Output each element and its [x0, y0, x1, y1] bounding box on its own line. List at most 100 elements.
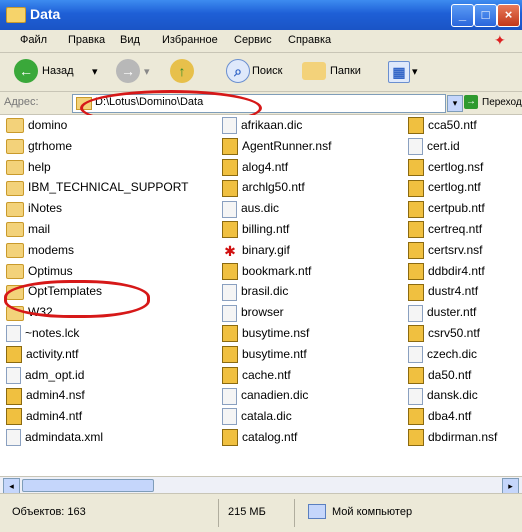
file-item[interactable]: aus.dic — [222, 198, 402, 219]
notes-database-icon — [408, 117, 424, 135]
file-item[interactable]: cca50.ntf — [408, 115, 520, 136]
scroll-thumb[interactable] — [22, 479, 154, 492]
notes-database-icon — [408, 325, 424, 343]
file-item[interactable]: busytime.nsf — [222, 323, 402, 344]
notes-database-icon — [408, 200, 424, 218]
close-button[interactable]: × — [497, 4, 520, 27]
file-name: da50.ntf — [428, 367, 472, 382]
file-item[interactable]: activity.ntf — [6, 344, 206, 365]
file-name: cca50.ntf — [428, 118, 477, 132]
menu-favorites[interactable]: Избранное — [162, 34, 218, 46]
file-name: certlog.nsf — [428, 159, 484, 174]
folders-icon[interactable] — [302, 62, 326, 80]
up-folder-icon[interactable]: ↑ — [170, 59, 194, 83]
scroll-right-icon[interactable]: ▸ — [502, 478, 519, 494]
file-item[interactable]: dba4.ntf — [408, 406, 520, 427]
notes-database-icon — [408, 283, 424, 301]
file-item[interactable]: ✱ binary.gif — [222, 240, 402, 261]
file-item[interactable]: modems — [6, 240, 206, 261]
title-bar: Data _ □ × — [0, 0, 522, 30]
file-item[interactable]: mail — [6, 219, 206, 240]
back-button-label[interactable]: Назад — [42, 65, 74, 77]
notes-database-icon — [222, 429, 238, 447]
file-item[interactable]: catalog.ntf — [222, 427, 402, 448]
file-item[interactable]: afrikaan.dic — [222, 115, 402, 136]
file-item[interactable]: busytime.ntf — [222, 344, 402, 365]
file-item[interactable]: bookmark.ntf — [222, 261, 402, 282]
file-item[interactable]: certreq.ntf — [408, 219, 520, 240]
file-name: ~notes.lck — [25, 325, 80, 340]
file-item[interactable]: admindata.xml — [6, 427, 206, 448]
folder-icon — [6, 263, 24, 279]
notes-database-icon — [6, 346, 22, 364]
scroll-left-icon[interactable]: ◂ — [3, 478, 20, 494]
address-dropdown-icon[interactable]: ▾ — [447, 95, 463, 112]
document-icon — [408, 138, 423, 156]
document-icon — [408, 346, 423, 364]
menu-view[interactable]: Вид — [120, 34, 140, 46]
file-item[interactable]: billing.ntf — [222, 219, 402, 240]
file-column: afrikaan.dic AgentRunner.nsf alog4.ntf arch… — [222, 115, 402, 448]
file-item[interactable]: certlog.ntf — [408, 177, 520, 198]
file-item[interactable]: IBM_TECHNICAL_SUPPORT — [6, 177, 206, 198]
file-item[interactable]: catala.dic — [222, 406, 402, 427]
back-dropdown-icon[interactable]: ▾ — [92, 65, 98, 78]
file-item[interactable]: admin4.ntf — [6, 406, 206, 427]
search-icon[interactable]: ⌕ — [226, 59, 250, 83]
file-item[interactable]: adm_opt.id — [6, 365, 206, 386]
file-item[interactable]: domino — [6, 115, 206, 136]
file-item[interactable]: brasil.dic — [222, 281, 402, 302]
back-arrow-icon[interactable]: ← — [14, 59, 38, 83]
file-item[interactable]: alog4.ntf — [222, 157, 402, 178]
file-item[interactable]: dansk.dic — [408, 385, 520, 406]
file-item[interactable]: csrv50.ntf — [408, 323, 520, 344]
file-item[interactable]: dbdirman.nsf — [408, 427, 520, 448]
file-item[interactable]: admin4.nsf — [6, 385, 206, 406]
document-icon — [408, 387, 423, 405]
notes-database-icon — [222, 138, 238, 156]
file-name: billing.ntf — [242, 221, 290, 236]
file-item[interactable]: cache.ntf — [222, 365, 402, 386]
go-button-label[interactable]: Переход — [482, 97, 522, 108]
file-item[interactable]: canadien.dic — [222, 385, 402, 406]
go-arrow-icon[interactable]: → — [464, 95, 478, 109]
file-item[interactable]: czech.dic — [408, 344, 520, 365]
menu-help[interactable]: Справка — [288, 34, 331, 46]
forward-dropdown-icon[interactable]: ▾ — [144, 65, 150, 78]
file-item[interactable]: help — [6, 157, 206, 178]
menu-tools[interactable]: Сервис — [234, 34, 272, 46]
file-name: canadien.dic — [241, 388, 309, 403]
file-item[interactable]: duster.ntf — [408, 302, 520, 323]
file-item[interactable]: archlg50.ntf — [222, 177, 402, 198]
file-item[interactable]: ~notes.lck — [6, 323, 206, 344]
file-item[interactable]: gtrhome — [6, 136, 206, 157]
menu-file[interactable]: Файл — [20, 34, 47, 46]
forward-arrow-icon[interactable]: → — [116, 59, 140, 83]
status-object-count: Объектов: 163 — [12, 506, 86, 518]
menu-edit[interactable]: Правка — [68, 34, 105, 46]
file-item[interactable]: certlog.nsf — [408, 157, 520, 178]
views-icon[interactable]: ▦ — [388, 61, 410, 83]
file-item[interactable]: dustr4.ntf — [408, 281, 520, 302]
file-item[interactable]: browser — [222, 302, 402, 323]
minimize-button[interactable]: _ — [451, 4, 474, 27]
views-dropdown-icon[interactable]: ▾ — [412, 65, 418, 78]
horizontal-scrollbar[interactable]: ◂ ▸ — [0, 476, 522, 494]
windows-logo-icon: ✦ — [494, 32, 506, 48]
file-item[interactable]: Optimus — [6, 261, 206, 282]
file-item[interactable]: iNotes — [6, 198, 206, 219]
file-item[interactable]: AgentRunner.nsf — [222, 136, 402, 157]
file-item[interactable]: certpub.ntf — [408, 198, 520, 219]
file-item[interactable]: ddbdir4.ntf — [408, 261, 520, 282]
file-item[interactable]: da50.ntf — [408, 365, 520, 386]
notes-database-icon — [408, 408, 424, 426]
file-name: IBM_TECHNICAL_SUPPORT — [28, 180, 189, 195]
maximize-button[interactable]: □ — [474, 4, 497, 27]
folder-icon — [6, 222, 24, 238]
file-item[interactable]: cert.id — [408, 136, 520, 157]
file-item[interactable]: certsrv.nsf — [408, 240, 520, 261]
search-button-label[interactable]: Поиск — [252, 65, 282, 77]
file-name: cert.id — [427, 138, 460, 153]
folders-button-label[interactable]: Папки — [330, 65, 361, 77]
file-name: dustr4.ntf — [428, 284, 479, 299]
